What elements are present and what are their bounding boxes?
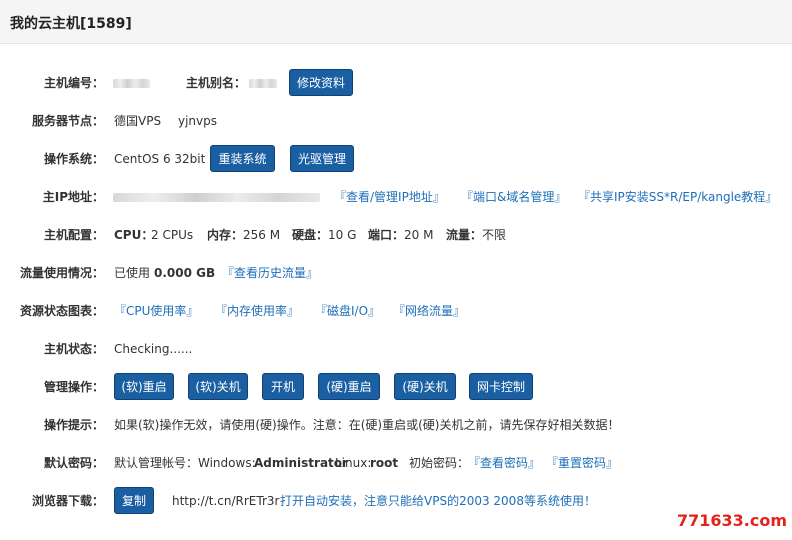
- windows-user: Administrator: [254, 456, 348, 470]
- resource-charts-row: 资源状态图表： 『CPU使用率』 『内存使用率』 『磁盘I/O』 『网络流量』: [0, 297, 792, 325]
- traffic-limit-value: 不限: [482, 228, 507, 242]
- main-ip-row: 主IP地址： 『查看/管理IP地址』 『端口&域名管理』 『共享IP安装SS*R…: [0, 183, 792, 211]
- cpu-value: 2 CPUs: [151, 228, 194, 242]
- tip-row: 操作提示： 如果(软)操作无效，请使用(硬)操作。注意：在(硬)重启或(硬)关机…: [0, 411, 792, 439]
- linux-user: root: [370, 456, 399, 470]
- initial-password-label: 初始密码：: [409, 456, 470, 470]
- reinstall-system-button[interactable]: 重装系统: [210, 145, 275, 172]
- copy-button[interactable]: 复制: [114, 487, 154, 514]
- port-domain-link[interactable]: 『端口&域名管理』: [461, 183, 566, 211]
- linux-prefix: Linux:: [335, 456, 372, 470]
- power-on-button[interactable]: 开机: [262, 373, 304, 400]
- tip-text: 如果(软)操作无效，请使用(硬)操作。注意：在(硬)重启或(硬)关机之前，请先保…: [114, 418, 620, 432]
- server-node-label: 服务器节点：: [31, 114, 104, 128]
- nic-control-button[interactable]: 网卡控制: [469, 373, 533, 400]
- view-ip-link[interactable]: 『查看/管理IP地址』: [334, 183, 445, 211]
- host-alias-value-redacted: [249, 79, 277, 88]
- server-node-row: 服务器节点： 德国VPS yjnvps: [0, 107, 792, 135]
- traffic-used-amount: 0.000 GB: [154, 266, 216, 280]
- disk-io-link[interactable]: 『磁盘I/O』: [315, 297, 380, 325]
- main-ip-value-redacted: [113, 193, 320, 202]
- soft-shutdown-button[interactable]: (软)关机: [188, 373, 248, 400]
- os-value: CentOS 6 32bit: [114, 152, 206, 166]
- site-watermark: 771633.com: [677, 511, 788, 530]
- os-label: 操作系统：: [43, 152, 104, 166]
- cdrom-manage-button[interactable]: 光驱管理: [290, 145, 354, 172]
- host-status-label: 主机状态：: [43, 342, 104, 356]
- traffic-usage-label: 流量使用情况：: [19, 266, 104, 280]
- browser-download-label: 浏览器下载：: [31, 494, 104, 508]
- os-row: 操作系统： CentOS 6 32bit 重装系统 光驱管理: [0, 145, 792, 173]
- manage-label: 管理操作：: [43, 380, 104, 394]
- host-status-row: 主机状态： Checking......: [0, 335, 792, 363]
- default-password-label: 默认密码：: [43, 456, 104, 470]
- default-password-row: 默认密码： 默认管理帐号：Windows: Administrator Linu…: [0, 449, 792, 477]
- server-node-value: 德国VPS: [114, 114, 162, 128]
- traffic-limit-label: 流量：: [446, 228, 483, 242]
- cpu-usage-link[interactable]: 『CPU使用率』: [114, 297, 198, 325]
- page-header: 我的云主机[1589]: [0, 0, 792, 44]
- host-status-value: Checking......: [114, 342, 193, 356]
- host-id-value-redacted: [113, 79, 150, 88]
- browser-download-url[interactable]: http://t.cn/RrETr3r: [172, 487, 279, 515]
- traffic-usage-row: 流量使用情况： 已使用 0.000 GB 『查看历史流量』: [0, 259, 792, 287]
- tip-label: 操作提示：: [43, 418, 104, 432]
- memory-usage-link[interactable]: 『内存使用率』: [215, 297, 299, 325]
- config-row: 主机配置： CPU： 2 CPUs 内存： 256 M 硬盘： 10 G 端口：…: [0, 221, 792, 249]
- soft-reboot-button[interactable]: (软)重启: [114, 373, 174, 400]
- network-traffic-link[interactable]: 『网络流量』: [393, 297, 465, 325]
- port-value: 20 M: [404, 228, 434, 242]
- port-label: 端口：: [368, 228, 405, 242]
- traffic-history-link[interactable]: 『查看历史流量』: [222, 259, 318, 287]
- edit-profile-button[interactable]: 修改资料: [289, 69, 353, 96]
- resource-charts-label: 资源状态图表：: [19, 304, 104, 318]
- server-node-code: yjnvps: [178, 114, 218, 128]
- traffic-used-prefix: 已使用: [114, 266, 151, 280]
- hard-shutdown-button[interactable]: (硬)关机: [394, 373, 456, 400]
- disk-label: 硬盘：: [292, 228, 329, 242]
- page-title: 我的云主机[1589]: [10, 16, 132, 32]
- host-id-label: 主机编号：: [43, 76, 104, 90]
- config-label: 主机配置：: [43, 228, 104, 242]
- hard-reboot-button[interactable]: (硬)重启: [318, 373, 380, 400]
- view-password-link[interactable]: 『查看密码』: [468, 449, 540, 477]
- memory-value: 256 M: [243, 228, 281, 242]
- disk-value: 10 G: [328, 228, 357, 242]
- main-ip-label: 主IP地址：: [42, 190, 104, 204]
- account-prefix: 默认管理帐号：Windows:: [114, 456, 256, 470]
- reset-password-link[interactable]: 『重置密码』: [546, 449, 618, 477]
- host-alias-label: 主机别名：: [186, 76, 247, 90]
- browser-download-hint: 打开自动安装，注意只能给VPS的2003 2008等系统使用！: [280, 494, 596, 508]
- memory-label: 内存：: [207, 228, 244, 242]
- cpu-label: CPU：: [114, 228, 154, 242]
- shared-ip-tutorial-link[interactable]: 『共享IP安装SS*R/EP/kangle教程』: [578, 183, 777, 211]
- host-id-row: 主机编号： 主机别名： 修改资料: [0, 69, 792, 97]
- browser-download-row: 浏览器下载： 复制 http://t.cn/RrETr3r 打开自动安装，注意只…: [0, 487, 792, 515]
- manage-row: 管理操作： (软)重启 (软)关机 开机 (硬)重启 (硬)关机 网卡控制: [0, 373, 792, 401]
